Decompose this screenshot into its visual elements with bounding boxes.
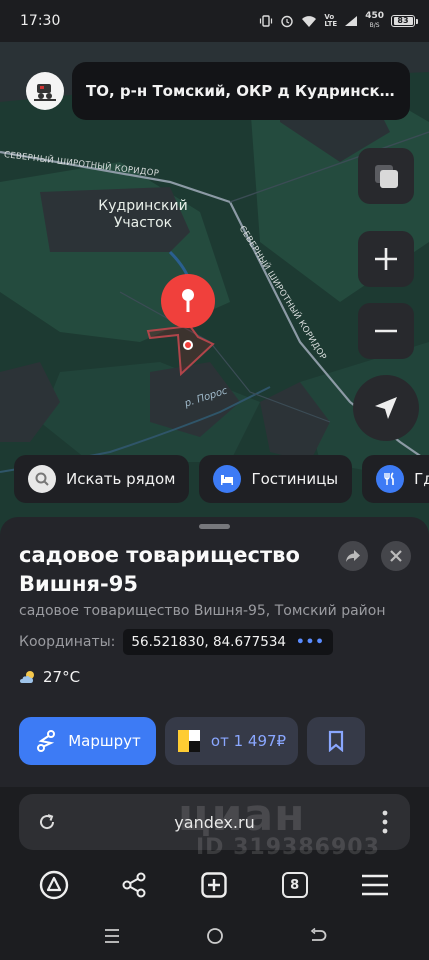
signal-icon bbox=[344, 15, 358, 27]
new-tab-button[interactable] bbox=[194, 865, 234, 905]
place-title-line1: садовое товарищество bbox=[19, 543, 300, 567]
bookmark-icon bbox=[328, 730, 344, 752]
locality-label: Кудринский Участок bbox=[98, 198, 188, 232]
sheet-handle[interactable] bbox=[199, 524, 230, 529]
share-button[interactable] bbox=[114, 865, 154, 905]
taxi-icon bbox=[177, 730, 200, 752]
place-title: садовое товарищество Вишня-95 bbox=[19, 541, 339, 599]
route-label: Маршрут bbox=[68, 732, 141, 750]
address-bar[interactable]: ТО, р-н Томский, ОКР д Кудринский участо… bbox=[14, 62, 410, 120]
zoom-out-icon bbox=[375, 329, 397, 333]
location-pin[interactable] bbox=[160, 274, 216, 354]
weather: 27°C bbox=[19, 668, 80, 686]
more-vertical-icon[interactable] bbox=[382, 810, 388, 838]
menu-icon bbox=[361, 874, 388, 896]
share-icon bbox=[122, 872, 146, 898]
browser-toolbar: 8 bbox=[0, 865, 429, 905]
coordinates-more-icon[interactable]: ••• bbox=[296, 634, 325, 650]
chip-label: Гд bbox=[414, 470, 429, 488]
tabs-button[interactable]: 8 bbox=[275, 865, 315, 905]
chip-food[interactable]: Гд bbox=[362, 455, 429, 503]
alice-icon bbox=[39, 870, 69, 900]
place-subtitle: садовое товарищество Вишня-95, Томский р… bbox=[19, 603, 386, 619]
search-icon bbox=[28, 465, 56, 493]
status-bar: 17:30 Vo LTE 450 B/S 83 bbox=[0, 0, 429, 42]
alice-button[interactable] bbox=[34, 865, 74, 905]
chip-label: Гостиницы bbox=[251, 470, 339, 488]
tabs-count: 8 bbox=[281, 872, 308, 898]
place-title-line2: Вишня-95 bbox=[19, 572, 138, 596]
coordinates-label: Координаты: bbox=[19, 634, 116, 650]
bed-icon bbox=[213, 465, 242, 493]
status-time: 17:30 bbox=[20, 13, 61, 29]
share-arrow-icon bbox=[346, 550, 360, 562]
close-icon bbox=[390, 550, 402, 562]
net-speed: 450 B/S bbox=[365, 12, 384, 30]
zoom-out-button[interactable] bbox=[358, 303, 414, 359]
bookmark-button[interactable] bbox=[307, 717, 365, 765]
address-pill[interactable]: ТО, р-н Томский, ОКР д Кудринский участо… bbox=[72, 62, 410, 120]
place-card: садовое товарищество Вишня-95 садовое то… bbox=[0, 517, 429, 787]
locate-icon bbox=[375, 397, 397, 419]
address-text: ТО, р-н Томский, ОКР д Кудринский участо… bbox=[86, 82, 396, 100]
net-speed-unit: B/S bbox=[369, 22, 380, 29]
taxi-price: от 1 497₽ bbox=[210, 732, 287, 750]
net-speed-value: 450 bbox=[365, 11, 384, 21]
status-icons: Vo LTE 450 B/S 83 bbox=[259, 12, 418, 30]
zoom-in-button[interactable] bbox=[358, 231, 414, 287]
locality-label-text: Кудринский Участок bbox=[98, 198, 188, 231]
volte-icon: Vo LTE bbox=[324, 13, 338, 28]
battery-level: 83 bbox=[393, 17, 413, 25]
quick-search-chips: Искать рядом Гостиницы Гд bbox=[14, 455, 429, 503]
new-tab-icon bbox=[201, 872, 228, 898]
snowmobile-icon bbox=[26, 72, 64, 110]
recents-icon[interactable] bbox=[103, 928, 121, 948]
wifi-icon bbox=[301, 15, 317, 28]
coordinates-box[interactable]: 56.521830, 84.677534 ••• bbox=[123, 629, 333, 655]
url-text: yandex.ru bbox=[174, 812, 255, 832]
back-icon[interactable] bbox=[309, 927, 327, 948]
system-navbar bbox=[0, 915, 429, 960]
close-button[interactable] bbox=[381, 541, 411, 571]
route-button[interactable]: Маршрут bbox=[19, 717, 156, 765]
chip-search-nearby[interactable]: Искать рядом bbox=[14, 455, 190, 503]
coordinates-value: 56.521830, 84.677534 bbox=[131, 634, 286, 650]
locate-button[interactable] bbox=[353, 375, 419, 441]
partly-cloudy-icon bbox=[20, 671, 34, 683]
browser-bar: yandex.ru 8 bbox=[0, 787, 429, 915]
layers-button[interactable] bbox=[358, 148, 414, 204]
route-icon bbox=[37, 730, 56, 752]
battery-icon: 83 bbox=[391, 15, 418, 27]
menu-button[interactable] bbox=[355, 865, 395, 905]
home-icon[interactable] bbox=[206, 927, 224, 949]
chip-label: Искать рядом bbox=[66, 470, 176, 488]
vibrate-icon bbox=[259, 14, 273, 28]
layers-icon bbox=[375, 165, 398, 188]
url-bar[interactable]: yandex.ru bbox=[19, 794, 410, 850]
weather-temp: 27°C bbox=[43, 668, 81, 686]
chip-hotels[interactable]: Гостиницы bbox=[199, 455, 353, 503]
share-place-button[interactable] bbox=[338, 541, 368, 571]
alarm-icon bbox=[280, 14, 294, 28]
zoom-in-icon bbox=[375, 248, 397, 270]
coordinates-row: Координаты: 56.521830, 84.677534 ••• bbox=[19, 629, 333, 655]
taxi-button[interactable]: от 1 497₽ bbox=[165, 717, 298, 765]
fork-knife-icon bbox=[376, 465, 405, 493]
